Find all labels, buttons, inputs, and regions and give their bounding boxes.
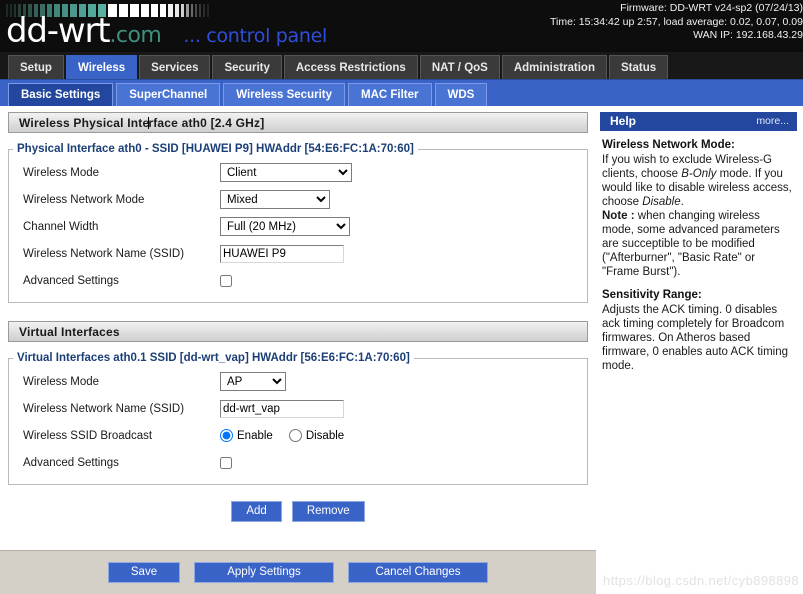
- radio-option-enable[interactable]: Enable: [220, 429, 273, 442]
- tab-wireless[interactable]: Wireless: [65, 55, 138, 79]
- uptime-text: Time: 15:34:42 up 2:57, load average: 0.…: [550, 15, 803, 28]
- add-button[interactable]: Add: [231, 501, 282, 522]
- virtual-section-header: Virtual Interfaces: [8, 321, 588, 342]
- subtab-wireless-security[interactable]: Wireless Security: [223, 83, 345, 106]
- main-tab-bar: Setup Wireless Services Security Access Rest…: [0, 52, 803, 80]
- physical-interface-panel: Physical Interface ath0 - SSID [HUAWEI P…: [8, 143, 588, 303]
- help-section1-title: Wireless Network Mode:: [602, 139, 735, 151]
- label-virtual-advanced: Advanced Settings: [23, 456, 119, 469]
- content-help-divider: [596, 106, 597, 594]
- help-section2-text: Adjusts the ACK timing. 0 disables ack t…: [602, 304, 789, 372]
- header-status-info: Firmware: DD-WRT v24-sp2 (07/24/13) Time…: [550, 2, 803, 43]
- radio-label-disable: Disable: [305, 429, 345, 442]
- help-more-link[interactable]: more...: [756, 112, 789, 131]
- body-area: Wireless Physical Interface ath0 [2.4 GH…: [0, 106, 803, 592]
- tab-services[interactable]: Services: [139, 55, 211, 79]
- subtab-wds[interactable]: WDS: [434, 83, 488, 106]
- settings-content: Wireless Physical Interface ath0 [2.4 GH…: [0, 106, 596, 592]
- radio-ssid-broadcast-disable[interactable]: [288, 429, 302, 442]
- help-title: Help: [610, 114, 637, 128]
- radio-ssid-broadcast-enable[interactable]: [220, 429, 233, 442]
- label-physical-advanced: Advanced Settings: [23, 274, 119, 287]
- tab-security[interactable]: Security: [212, 55, 282, 79]
- save-button[interactable]: Save: [108, 562, 180, 583]
- radio-group-ssid-broadcast: Enable Disable: [220, 429, 360, 442]
- label-virtual-ssid: Wireless Network Name (SSID): [23, 402, 185, 415]
- select-channel-width[interactable]: Full (20 MHz)Half (10 MHz)Quarter (5 MHz…: [220, 217, 350, 236]
- help-panel: Help more... Wireless Network Mode: If y…: [596, 106, 803, 592]
- radio-label-enable: Enable: [237, 429, 273, 442]
- row-channel-width: Channel Width Full (20 MHz)Half (10 MHz)…: [9, 213, 587, 240]
- help-note-label: Note :: [602, 210, 635, 222]
- physical-section-header: Wireless Physical Interface ath0 [2.4 GH…: [8, 112, 588, 133]
- subtab-basic-settings[interactable]: Basic Settings: [8, 83, 114, 106]
- wan-ip-text: WAN IP: 192.168.43.29: [693, 29, 803, 41]
- checkbox-virtual-advanced[interactable]: [220, 456, 232, 469]
- sub-tab-bar: Basic Settings SuperChannel Wireless Secur…: [0, 80, 803, 106]
- input-physical-ssid[interactable]: [220, 244, 344, 263]
- radio-option-disable[interactable]: Disable: [288, 429, 345, 442]
- row-virtual-ssid: Wireless Network Name (SSID): [9, 395, 587, 422]
- label-ssid-broadcast: Wireless SSID Broadcast: [23, 429, 153, 442]
- virtual-interface-panel: Virtual Interfaces ath0.1 SSID [dd-wrt_v…: [8, 352, 588, 485]
- physical-section-title-post: rface ath0 [2.4 GHz]: [148, 116, 265, 130]
- subtab-mac-filter[interactable]: MAC Filter: [348, 83, 432, 106]
- apply-settings-button[interactable]: Apply Settings: [194, 562, 334, 583]
- remove-button[interactable]: Remove: [291, 501, 365, 522]
- label-virtual-wireless-mode: Wireless Mode: [23, 375, 100, 388]
- row-physical-wireless-mode: Wireless Mode APClientClient BridgeAdhoc…: [9, 159, 587, 186]
- dd-wrt-control-panel: dd-wrt .com ... control panel Firmware: …: [0, 0, 803, 594]
- cancel-changes-button[interactable]: Cancel Changes: [348, 562, 488, 583]
- help-section1-text: If you wish to exclude Wireless-G client…: [602, 153, 795, 279]
- row-physical-network-mode: Wireless Network Mode DisabledMixedB-Onl…: [9, 186, 587, 213]
- tab-administration[interactable]: Administration: [501, 55, 607, 79]
- logo-com-text: .com: [109, 23, 162, 48]
- tab-nat-qos[interactable]: NAT / QoS: [419, 55, 500, 79]
- row-virtual-advanced: Advanced Settings: [9, 449, 587, 476]
- input-virtual-ssid[interactable]: [220, 399, 344, 418]
- dd-wrt-logo: dd-wrt .com ... control panel: [6, 14, 327, 48]
- row-virtual-wireless-mode: Wireless Mode APWDS AP: [9, 368, 587, 395]
- firmware-text: Firmware: DD-WRT v24-sp2 (07/24/13): [620, 2, 803, 14]
- help-s1-b: B-Only: [681, 168, 717, 180]
- help-s1-e: .: [680, 196, 684, 208]
- tab-setup[interactable]: Setup: [8, 55, 64, 79]
- row-ssid-broadcast: Wireless SSID Broadcast Enable Disable: [9, 422, 587, 449]
- subtab-superchannel[interactable]: SuperChannel: [116, 83, 221, 106]
- help-panel-header: Help more...: [600, 112, 797, 131]
- virtual-interface-legend: Virtual Interfaces ath0.1 SSID [dd-wrt_v…: [17, 352, 410, 364]
- footer-button-bar: Save Apply Settings Cancel Changes: [0, 550, 596, 594]
- logo-main-text: dd-wrt: [6, 11, 111, 51]
- page-header: dd-wrt .com ... control panel Firmware: …: [0, 0, 803, 52]
- select-virtual-wireless-mode[interactable]: APWDS AP: [220, 372, 286, 391]
- help-panel-body: Wireless Network Mode: If you wish to ex…: [600, 131, 797, 373]
- checkbox-physical-advanced[interactable]: [220, 274, 232, 287]
- label-physical-network-mode: Wireless Network Mode: [23, 193, 145, 206]
- select-physical-network-mode[interactable]: DisabledMixedB-OnlyG-OnlyNG-MixedN-Only: [220, 190, 330, 209]
- tab-access-restrictions[interactable]: Access Restrictions: [283, 55, 418, 79]
- label-physical-wireless-mode: Wireless Mode: [23, 166, 100, 179]
- tab-status[interactable]: Status: [608, 55, 669, 79]
- row-physical-ssid: Wireless Network Name (SSID): [9, 240, 587, 267]
- help-section2-title: Sensitivity Range:: [602, 289, 702, 301]
- add-remove-button-row: Add Remove: [8, 501, 588, 522]
- physical-interface-legend: Physical Interface ath0 - SSID [HUAWEI P…: [17, 143, 414, 155]
- row-physical-advanced: Advanced Settings: [9, 267, 587, 294]
- help-divider: [602, 279, 795, 289]
- select-physical-wireless-mode[interactable]: APClientClient BridgeAdhocWDS StationWDS…: [220, 163, 352, 182]
- virtual-section-title: Virtual Interfaces: [19, 325, 120, 339]
- label-physical-ssid: Wireless Network Name (SSID): [23, 247, 185, 260]
- logo-tagline: ... control panel: [183, 25, 328, 47]
- label-channel-width: Channel Width: [23, 220, 99, 233]
- physical-section-title-pre: Wireless Physical Inte: [19, 116, 150, 130]
- help-s1-d: Disable: [642, 196, 681, 208]
